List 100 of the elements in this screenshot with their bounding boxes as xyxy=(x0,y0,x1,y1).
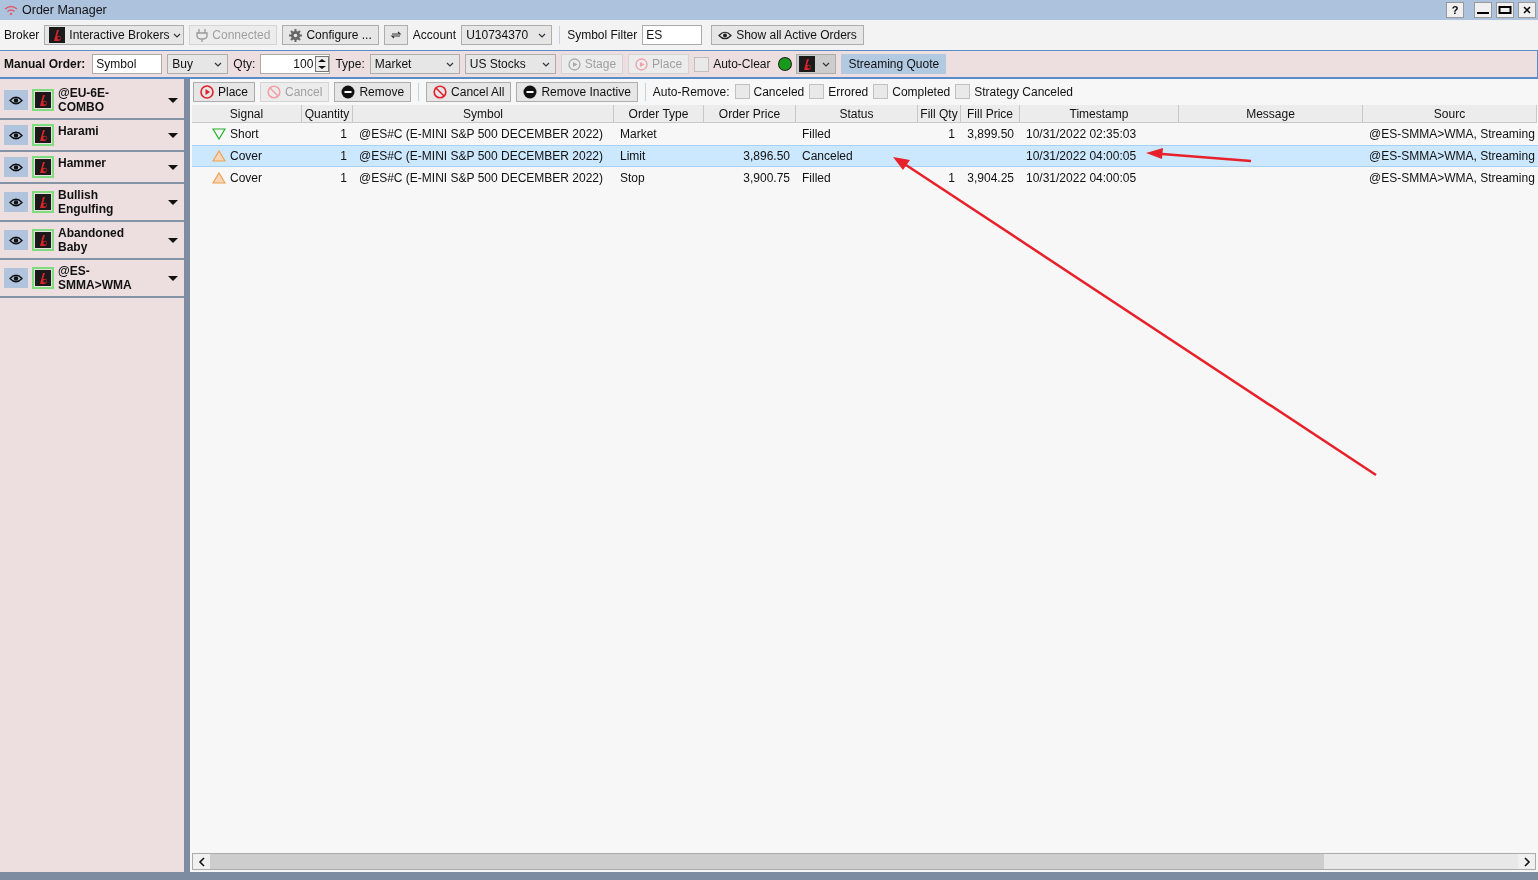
eye-icon xyxy=(718,30,733,40)
column-header[interactable]: Status xyxy=(796,105,918,123)
configure-button[interactable]: Configure ... xyxy=(282,25,379,45)
side-dropdown[interactable]: Buy xyxy=(167,54,229,74)
scroll-right-icon[interactable] xyxy=(1518,854,1535,869)
strategy-item[interactable]: Harami xyxy=(0,120,184,152)
visibility-toggle[interactable] xyxy=(4,157,28,177)
checkbox-label: Strategy Canceled xyxy=(974,84,1073,99)
broker-label: Broker xyxy=(4,28,40,42)
checkbox[interactable] xyxy=(809,84,825,99)
strategy-item[interactable]: @EU-6E- COMBO xyxy=(0,82,184,120)
table-cell: @ES#C (E-MINI S&P 500 DECEMBER 2022) xyxy=(359,149,604,163)
table-cell: Cover xyxy=(230,149,262,163)
up-triangle-icon xyxy=(212,172,226,184)
column-header[interactable]: Signal xyxy=(192,105,302,123)
table-cell: @ES#C (E-MINI S&P 500 DECEMBER 2022) xyxy=(359,171,604,185)
column-header[interactable]: Symbol xyxy=(353,105,614,123)
maximize-icon[interactable] xyxy=(1496,2,1514,18)
strategy-item[interactable]: Bullish Engulfing xyxy=(0,184,184,222)
type-label: Type: xyxy=(335,57,365,71)
symbol-filter-field[interactable]: ES xyxy=(642,25,703,45)
table-cell: Market xyxy=(620,127,657,141)
scrollbar-thumb[interactable] xyxy=(210,854,1324,869)
table-row[interactable]: Short 1 @ES#C (E-MINI S&P 500 DECEMBER 2022) Market Filled 1 3,899.50 10/31/2022 02:35:03 @ES-SMMA>WMA, Streaming xyxy=(192,123,1538,145)
column-header[interactable]: Quantity xyxy=(302,105,353,123)
help-button[interactable]: ? xyxy=(1446,2,1464,18)
checkbox[interactable] xyxy=(694,56,710,72)
strategy-name: @ES- SMMA>WMA xyxy=(58,263,133,292)
column-header[interactable]: Message xyxy=(1179,105,1363,123)
refresh-button[interactable] xyxy=(383,25,408,45)
window-title: Order Manager xyxy=(22,3,107,17)
table-cell: 3,899.50 xyxy=(967,127,1014,141)
asset-class-dropdown[interactable]: US Stocks xyxy=(464,54,556,74)
auto-clear-label: Auto-Clear xyxy=(713,57,771,71)
visibility-toggle[interactable] xyxy=(4,125,28,145)
column-header[interactable]: Order Price xyxy=(704,105,796,123)
symbol-field[interactable]: Symbol xyxy=(92,54,163,74)
visibility-toggle[interactable] xyxy=(4,90,28,110)
logo-icon xyxy=(32,229,54,251)
logo-icon xyxy=(32,89,54,111)
wifi-icon xyxy=(4,5,18,15)
checkbox[interactable] xyxy=(873,84,889,99)
column-header[interactable]: Fill Price xyxy=(961,105,1020,123)
close-icon[interactable] xyxy=(1518,2,1536,18)
gear-icon xyxy=(289,28,303,42)
column-header[interactable]: Fill Qty xyxy=(918,105,961,123)
symbol-filter-label: Symbol Filter xyxy=(567,28,638,42)
strategy-name: Hammer xyxy=(58,155,108,170)
horizontal-scrollbar[interactable] xyxy=(192,853,1536,870)
table-cell: Filled xyxy=(802,127,831,141)
strategy-item[interactable]: Hammer xyxy=(0,152,184,184)
column-header[interactable]: Sourc xyxy=(1363,105,1537,123)
logo-dropdown[interactable] xyxy=(796,54,837,74)
eye-icon xyxy=(9,162,23,172)
eye-icon xyxy=(9,273,23,283)
broker-dropdown[interactable]: Interactive Brokers xyxy=(44,25,185,45)
visibility-toggle[interactable] xyxy=(4,192,28,212)
order-action-button[interactable]: Remove xyxy=(334,81,412,102)
order-action-button[interactable]: Cancel All xyxy=(426,81,512,102)
show-all-orders-button[interactable]: Show all Active Orders xyxy=(711,25,864,45)
checkbox[interactable] xyxy=(955,84,971,99)
visibility-toggle[interactable] xyxy=(4,268,28,288)
dropdown-arrow-icon[interactable] xyxy=(168,132,178,138)
column-header[interactable]: Timestamp xyxy=(1020,105,1179,123)
minus-circle-icon xyxy=(523,84,538,99)
caret-icon xyxy=(173,32,182,38)
minimize-icon[interactable] xyxy=(1474,2,1492,18)
quantity-field[interactable]: 100 xyxy=(260,54,331,74)
caret-icon xyxy=(541,61,550,67)
table-row[interactable]: Cover 1 @ES#C (E-MINI S&P 500 DECEMBER 2022) Limit 3,896.50 Canceled 10/31/2022 04:00:05 @ES-SMMA>WMA, Streaming xyxy=(192,145,1538,167)
logo-icon xyxy=(49,27,66,43)
plug-icon xyxy=(196,28,209,42)
strategy-name: Bullish Engulfing xyxy=(58,187,115,216)
dropdown-arrow-icon[interactable] xyxy=(168,164,178,170)
checkbox[interactable] xyxy=(734,84,750,99)
dropdown-arrow-icon[interactable] xyxy=(168,237,178,243)
eye-icon xyxy=(9,130,23,140)
prohibited-icon xyxy=(267,84,282,99)
account-dropdown[interactable]: U10734370 xyxy=(461,25,553,45)
checkbox-label: Canceled xyxy=(753,84,805,99)
eye-icon xyxy=(9,197,23,207)
column-header[interactable]: Order Type xyxy=(614,105,704,123)
table-cell: 3,904.25 xyxy=(967,171,1014,185)
strategy-item[interactable]: @ES- SMMA>WMA xyxy=(0,260,184,298)
dropdown-arrow-icon[interactable] xyxy=(168,199,178,205)
table-row[interactable]: Cover 1 @ES#C (E-MINI S&P 500 DECEMBER 2022) Stop 3,900.75 Filled 1 3,904.25 10/31/2022 04:00:05 @ES-SMMA>WMA, Streaming xyxy=(192,167,1538,189)
dropdown-arrow-icon[interactable] xyxy=(168,97,178,103)
order-action-button[interactable]: Remove Inactive xyxy=(516,81,638,102)
strategy-item[interactable]: Abandoned Baby xyxy=(0,222,184,260)
swap-arrows-icon xyxy=(389,30,402,40)
visibility-toggle[interactable] xyxy=(4,230,28,250)
order-action-button[interactable]: Place xyxy=(193,81,256,102)
order-type-dropdown[interactable]: Market xyxy=(369,54,460,74)
table-cell: @ES-SMMA>WMA, Streaming xyxy=(1369,171,1535,185)
dropdown-arrow-icon[interactable] xyxy=(168,275,178,281)
table-cell: Canceled xyxy=(802,149,853,163)
streaming-quote-button[interactable]: Streaming Quote xyxy=(841,54,947,74)
play-icon xyxy=(200,84,214,99)
scroll-left-icon[interactable] xyxy=(193,854,210,869)
table-cell: 1 xyxy=(948,127,955,141)
